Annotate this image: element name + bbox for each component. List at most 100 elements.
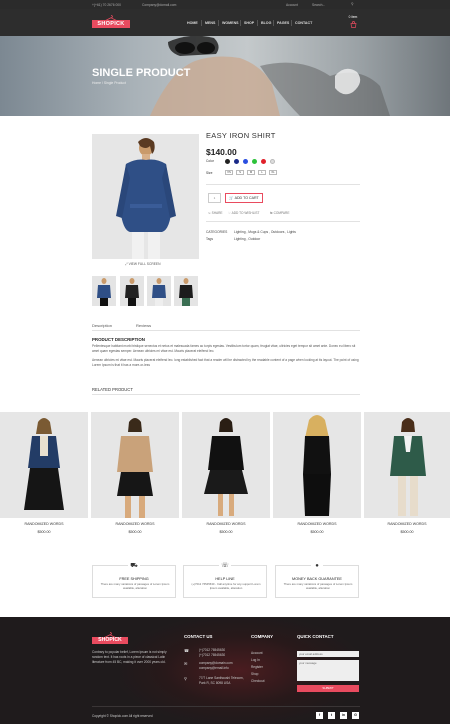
- related-product-name-4[interactable]: RANDOMIZED WORDS: [273, 522, 361, 526]
- wishlist-label: ADD TO WISHLIST: [231, 211, 260, 215]
- thumbnail-3[interactable]: [147, 276, 171, 306]
- quick-contact-heading: QUICK CONTACT: [297, 634, 334, 639]
- footer-message-field[interactable]: your message: [297, 660, 359, 681]
- related-product-image-5[interactable]: [364, 412, 450, 518]
- nav-shop[interactable]: SHOP: [244, 21, 254, 25]
- related-product-image-4[interactable]: [273, 412, 361, 518]
- divider: [206, 184, 360, 185]
- email-text: Company@domail.com: [142, 2, 177, 7]
- footer-link-checkout[interactable]: Checkout: [251, 679, 264, 683]
- related-product-image-2[interactable]: [91, 412, 179, 518]
- hero-model-image: [150, 36, 390, 116]
- feature-title: HELP LINE: [215, 577, 235, 581]
- related-product-name-1[interactable]: RANDOMIZED WORDS: [0, 522, 88, 526]
- size-option-xs[interactable]: XS: [225, 170, 233, 175]
- facebook-icon[interactable]: f: [316, 712, 323, 719]
- feature-title: FREE SHIPPING: [119, 577, 149, 581]
- nav-contact[interactable]: CONTACT: [295, 21, 312, 25]
- color-swatch[interactable]: [270, 159, 275, 164]
- description-paragraph-2: Aenean ultricies mi vitae est. Mauris pl…: [92, 358, 359, 367]
- footer-link-login[interactable]: Log In: [251, 658, 260, 662]
- description-paragraph-1: Pellentesque habitant morbi tristique se…: [92, 344, 356, 353]
- footer-divider: [92, 706, 360, 707]
- footer-link-account[interactable]: Account: [251, 651, 263, 655]
- thumbnail-4[interactable]: [174, 276, 198, 306]
- page-title: SINGLE PRODUCT: [92, 67, 191, 79]
- wishlist-link[interactable]: ♡ ADD TO WISHLIST: [228, 211, 259, 215]
- related-product-name-3[interactable]: RANDOMIZED WORDS: [182, 522, 270, 526]
- headset-icon: ☏: [219, 561, 231, 571]
- tab-divider: [92, 330, 360, 331]
- search-icon[interactable]: ⚲: [351, 2, 353, 6]
- related-product-name-5[interactable]: RANDOMIZED WORDS: [364, 522, 450, 526]
- product-main-image[interactable]: [92, 134, 199, 259]
- footer: [0, 617, 450, 724]
- add-to-cart-button[interactable]: 🛒 ADD TO CART: [225, 193, 263, 203]
- footer-address-1: 77/7 Lane Santhoushi Telecom,: [199, 676, 244, 680]
- top-bar: +(+61) 70 2676 000 Company@domail.com Ac…: [0, 0, 450, 9]
- footer-phone-1: (+)7012 76545630: [199, 648, 226, 652]
- cart-widget[interactable]: 0 item: [347, 15, 359, 31]
- footer-address-2: Park R, SC 8098 USA: [199, 681, 231, 685]
- size-option-m[interactable]: M: [247, 170, 255, 175]
- size-option-s[interactable]: S: [236, 170, 244, 175]
- tab-description[interactable]: Description: [92, 323, 112, 328]
- google-plus-icon[interactable]: G: [352, 712, 359, 719]
- description-title: PRODUCT DESCRIPTION: [92, 337, 145, 342]
- related-product-name-2[interactable]: RANDOMIZED WORDS: [91, 522, 179, 526]
- feature-free-shipping: ⛟ FREE SHIPPING There are many variation…: [92, 561, 176, 598]
- footer-about-line-1: Contrary to popular belief, Lorem Ipsum …: [92, 650, 167, 654]
- compare-link[interactable]: ⇆ COMPARE: [270, 211, 289, 215]
- nav-home[interactable]: HOME: [187, 21, 198, 25]
- color-swatch[interactable]: [243, 159, 248, 164]
- product-photo: [92, 134, 199, 259]
- add-to-cart-label: ADD TO CART: [234, 196, 259, 200]
- footer-email-field[interactable]: your email address: [297, 651, 359, 657]
- size-option-l[interactable]: L: [258, 170, 266, 175]
- footer-email-2[interactable]: company@email.info: [199, 666, 229, 670]
- share-label: SHARE: [211, 211, 223, 215]
- twitter-icon[interactable]: t: [328, 712, 335, 719]
- share-link[interactable]: ↪ SHARE: [208, 211, 223, 215]
- phone-text: +(+61) 70 2676 000: [92, 2, 121, 7]
- search-input[interactable]: Search...: [312, 3, 325, 7]
- size-option-xl[interactable]: XL: [269, 170, 277, 175]
- color-swatch[interactable]: [234, 159, 239, 164]
- linkedin-icon[interactable]: in: [340, 712, 347, 719]
- color-swatch[interactable]: [252, 159, 257, 164]
- nav-pages[interactable]: PAGES: [277, 21, 289, 25]
- related-product-price-3: $500.00: [219, 530, 233, 534]
- site-logo[interactable]: SHOPICK: [92, 15, 130, 28]
- footer-logo[interactable]: SHOPICK: [92, 632, 128, 644]
- submit-button[interactable]: SUBMIT: [297, 685, 359, 692]
- feature-money-back: ● MONEY BACK GUARANTEE There are many va…: [275, 561, 359, 598]
- related-product-image-1[interactable]: [0, 412, 88, 518]
- tab-reviews[interactable]: Reviews: [136, 323, 151, 328]
- product-price: $140.00: [206, 147, 237, 157]
- color-swatch[interactable]: [225, 159, 230, 164]
- feature-desc: (+)7012 76545630 - Call anytime for any …: [191, 582, 261, 590]
- nav-womens[interactable]: WOMENS: [222, 21, 239, 25]
- quantity-stepper[interactable]: 1: [208, 193, 221, 203]
- color-swatch[interactable]: [261, 159, 266, 164]
- thumbnail-1[interactable]: [92, 276, 116, 306]
- footer-link-register[interactable]: Register: [251, 665, 263, 669]
- view-full-screen-link[interactable]: ⤢ VIEW FULL SCREEN: [125, 262, 161, 266]
- footer-link-shop[interactable]: Shop: [251, 672, 258, 676]
- related-product-image-3[interactable]: [182, 412, 270, 518]
- truck-icon: ⛟: [128, 561, 140, 571]
- nav-blog[interactable]: BLOG: [261, 21, 271, 25]
- categories-value[interactable]: Lighting , Mugs & Cups , Outdoors , Ligh…: [234, 230, 296, 234]
- footer-email-1[interactable]: company@domain.com: [199, 661, 233, 665]
- tags-value[interactable]: Lighting , Outdoor: [234, 237, 260, 241]
- related-product-price-2: $500.00: [128, 530, 142, 534]
- account-link[interactable]: Account: [286, 3, 298, 7]
- footer-phone-2: (+)7012 76545630: [199, 653, 226, 657]
- related-product-price-5: $500.00: [400, 530, 414, 534]
- hero-banner: SINGLE PRODUCT Home / Single Product: [0, 36, 450, 116]
- nav-mens[interactable]: MENS: [205, 21, 215, 25]
- feature-desc: There are many variations of passages of…: [100, 582, 170, 590]
- phone-icon: ☎: [184, 648, 189, 653]
- thumbnail-2[interactable]: [120, 276, 144, 306]
- mail-icon: ✉: [184, 661, 188, 666]
